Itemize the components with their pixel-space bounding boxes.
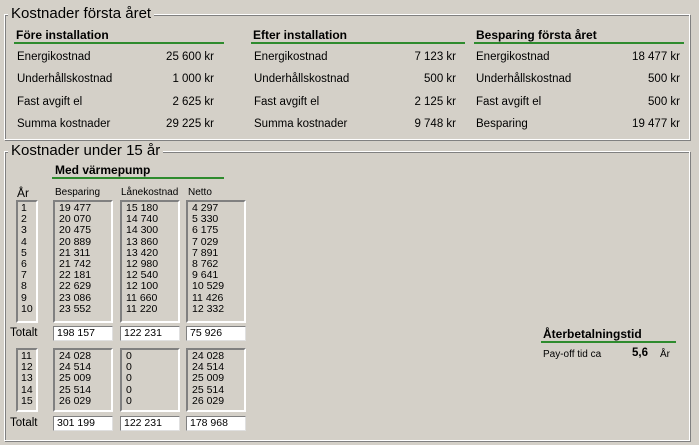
after-energy-label: Energikostnad [254, 51, 328, 63]
after-fixed-fee-value: 2 125 kr [414, 96, 456, 108]
list-item[interactable]: 25 009 [192, 373, 244, 384]
after-maintenance-label: Underhållskostnad [254, 73, 350, 85]
savings-fixed-fee-label: Fast avgift el [476, 96, 542, 108]
savings-fixed-fee-value: 500 kr [648, 96, 680, 108]
list-item[interactable]: 14 300 [126, 225, 178, 236]
before-energy-label: Energikostnad [17, 51, 91, 63]
before-fixed-fee-label: Fast avgift el [17, 96, 83, 108]
fifteen-year-costs-title: Kostnader under 15 år [8, 143, 164, 159]
heat-pump-subtitle: Med värmepump [55, 163, 151, 177]
list-item[interactable]: 0 [126, 361, 178, 373]
loan-total-1-15[interactable]: 122 231 [120, 416, 180, 431]
total-label-1-15: Totalt [10, 417, 38, 429]
first-year-costs-title: Kostnader första året [8, 6, 155, 22]
savings-total-label: Besparing [476, 118, 528, 130]
list-item[interactable]: 0 [126, 395, 178, 407]
after-installation-underline [251, 42, 465, 44]
savings-list-11-15[interactable]: 24 028 24 514 25 009 25 514 26 029 [53, 348, 113, 412]
after-fixed-fee-label: Fast avgift el [254, 96, 320, 108]
savings-energy-value: 18 477 kr [632, 51, 680, 63]
list-item[interactable]: 10 529 [192, 281, 244, 292]
list-item[interactable]: 22 629 [59, 281, 111, 292]
list-item[interactable]: 20 475 [59, 225, 111, 236]
before-fixed-fee-value: 2 625 kr [172, 96, 214, 108]
list-item[interactable]: 12 100 [126, 281, 178, 292]
net-column-header: Netto [188, 187, 212, 198]
loan-list-1-10[interactable]: 15 180 14 740 14 300 13 860 13 420 12 980 12 5… [120, 200, 180, 323]
payback-value: 5,6 [632, 347, 648, 359]
list-item[interactable]: 25 009 [59, 373, 111, 384]
list-item[interactable]: 13 [21, 373, 36, 384]
after-maintenance-value: 500 kr [424, 73, 456, 85]
list-item[interactable]: 26 029 [59, 395, 111, 407]
payback-underline [541, 341, 676, 343]
list-item[interactable]: 12 332 [192, 303, 244, 315]
years-list-1-10[interactable]: 1 2 3 4 5 6 7 8 9 10 [16, 200, 38, 323]
list-item[interactable]: 15 [21, 395, 36, 407]
savings-total-1-10[interactable]: 198 157 [53, 326, 113, 341]
savings-first-year-heading: Besparing första året [476, 28, 597, 42]
savings-column-header: Besparing [55, 187, 101, 198]
before-installation-underline [14, 42, 224, 44]
net-list-1-10[interactable]: 4 297 5 330 6 175 7 029 7 891 8 762 9 641 10 52… [186, 200, 246, 323]
years-list-11-15[interactable]: 11 12 13 14 15 [16, 348, 38, 412]
loan-total-1-10[interactable]: 122 231 [120, 326, 180, 341]
loan-column-header: Lånekostnad [121, 187, 179, 198]
savings-list-1-10[interactable]: 19 477 20 070 20 475 20 889 21 311 21 742 22 1… [53, 200, 113, 323]
heat-pump-underline [52, 177, 224, 179]
payback-unit: År [660, 349, 670, 360]
before-total-value: 29 225 kr [166, 118, 214, 130]
list-item[interactable]: 3 [21, 225, 36, 236]
loan-list-11-15[interactable]: 00000 [120, 348, 180, 412]
savings-energy-label: Energikostnad [476, 51, 550, 63]
before-energy-value: 25 600 kr [166, 51, 214, 63]
list-item[interactable]: 26 029 [192, 395, 244, 407]
payback-heading: Återbetalningstid [543, 327, 642, 341]
payback-label: Pay-off tid ca [543, 349, 602, 360]
list-item[interactable]: 11 220 [126, 303, 178, 315]
list-item[interactable]: 0 [126, 373, 178, 384]
list-item[interactable]: 0 [126, 384, 178, 396]
after-installation-heading: Efter installation [253, 28, 348, 42]
list-item[interactable]: 0 [126, 350, 178, 362]
before-maintenance-label: Underhållskostnad [17, 73, 113, 85]
list-item[interactable]: 23 552 [59, 303, 111, 315]
savings-maintenance-label: Underhållskostnad [476, 73, 572, 85]
savings-first-year-underline [474, 42, 684, 44]
before-maintenance-value: 1 000 kr [172, 73, 214, 85]
before-installation-heading: Före installation [16, 28, 109, 42]
year-column-header: År [17, 186, 29, 200]
total-label-1-10: Totalt [10, 327, 38, 339]
net-total-1-10[interactable]: 75 926 [186, 326, 246, 341]
list-item[interactable]: 6 175 [192, 225, 244, 236]
savings-maintenance-value: 500 kr [648, 73, 680, 85]
list-item[interactable]: 10 [21, 303, 36, 315]
net-total-1-15[interactable]: 178 968 [186, 416, 246, 431]
after-energy-value: 7 123 kr [414, 51, 456, 63]
net-list-11-15[interactable]: 24 028 24 514 25 009 25 514 26 029 [186, 348, 246, 412]
after-total-value: 9 748 kr [414, 118, 456, 130]
list-item[interactable]: 8 [21, 281, 36, 292]
after-total-label: Summa kostnader [254, 118, 348, 130]
savings-total-1-15[interactable]: 301 199 [53, 416, 113, 431]
savings-total-value: 19 477 kr [632, 118, 680, 130]
before-total-label: Summa kostnader [17, 118, 111, 130]
